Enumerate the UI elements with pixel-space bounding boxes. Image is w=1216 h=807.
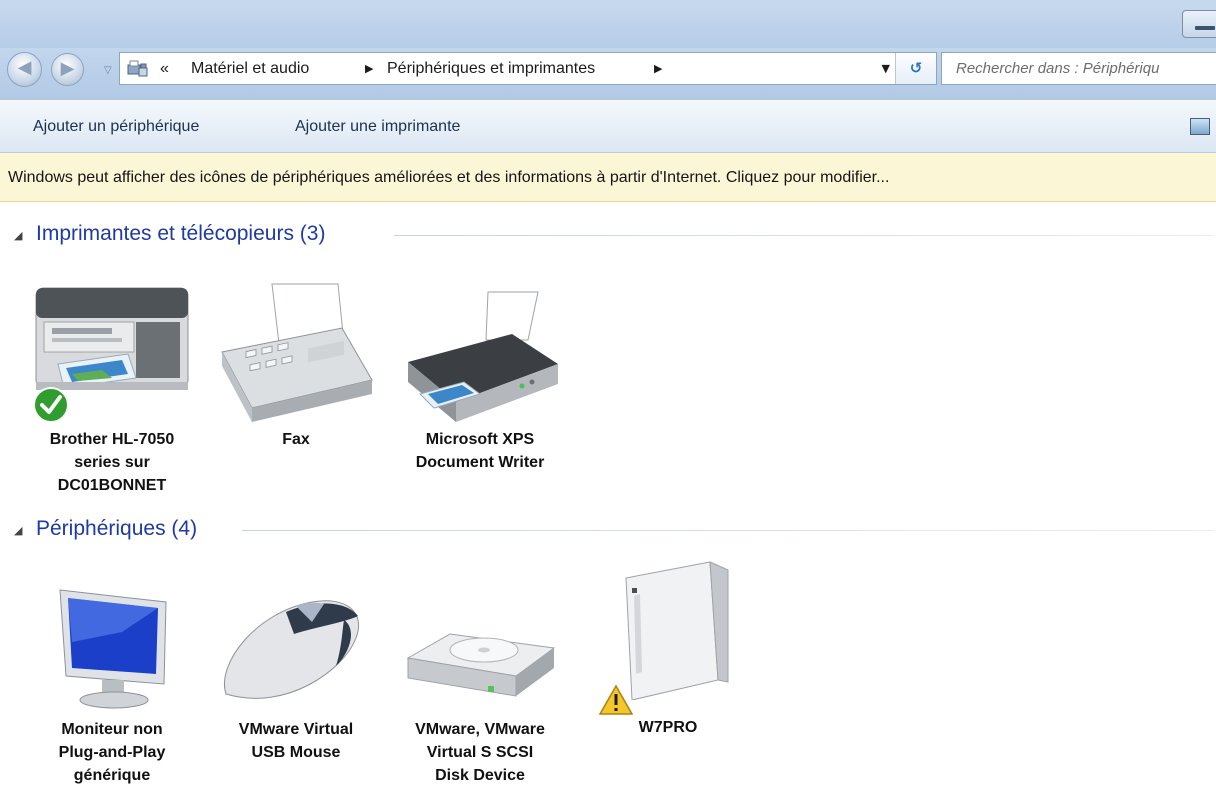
command-bar: Ajouter un périphérique Ajouter une impr…: [0, 100, 1216, 153]
group-title-devices: Périphériques (4): [36, 517, 210, 541]
navigation-bar: ◀ ▶ ▽ « Matériel et audio ▶ Périphérique…: [0, 48, 1216, 100]
printer-icon: [408, 291, 558, 422]
computer-tower-icon: [625, 561, 729, 700]
collapse-triangle-icon[interactable]: ◢: [14, 524, 22, 537]
mouse-icon: [224, 600, 360, 699]
fax-icon: [221, 283, 373, 422]
title-bar: [0, 0, 1216, 48]
collapse-triangle-icon[interactable]: ◢: [14, 229, 22, 242]
device-label: VMware Virtual USB Mouse: [238, 721, 354, 761]
address-overflow-chevron[interactable]: «: [160, 60, 169, 78]
search-input[interactable]: Rechercher dans : Périphériqu: [956, 60, 1159, 77]
forward-arrow-icon: ▶: [60, 58, 75, 79]
address-bar[interactable]: « Matériel et audio ▶ Périphériques et i…: [119, 52, 937, 85]
address-dropdown-icon[interactable]: ▼: [882, 62, 890, 75]
device-label: Moniteur non Plug-and-Play générique: [58, 721, 166, 784]
back-button[interactable]: ◀: [7, 52, 42, 87]
history-dropdown-icon[interactable]: ▽: [104, 65, 112, 76]
info-bar[interactable]: Windows peut afficher des icônes de péri…: [0, 153, 1216, 202]
device-label: VMware, VMware Virtual S SCSI Disk Devic…: [415, 721, 545, 784]
warning-icon: [598, 684, 634, 715]
group-divider: [242, 530, 1214, 531]
device-label: Microsoft XPS Document Writer: [415, 431, 545, 471]
device-label: W7PRO: [638, 719, 698, 736]
breadcrumb-separator-icon[interactable]: ▶: [365, 62, 373, 75]
search-box[interactable]: Rechercher dans : Périphériqu: [941, 52, 1216, 85]
device-label: Fax: [282, 431, 310, 448]
change-view-icon[interactable]: [1190, 118, 1210, 135]
info-bar-text[interactable]: Windows peut afficher des icônes de péri…: [8, 169, 889, 187]
add-printer-button[interactable]: Ajouter une imprimante: [295, 118, 460, 136]
breadcrumb-hardware-sound[interactable]: Matériel et audio: [191, 60, 309, 78]
group-header-printers[interactable]: ◢ Imprimantes et télécopieurs (3): [14, 222, 1214, 250]
disk-drive-icon: [406, 633, 556, 697]
add-device-button[interactable]: Ajouter un périphérique: [33, 118, 199, 136]
breadcrumb-devices-printers[interactable]: Périphériques et imprimantes: [387, 60, 595, 78]
group-header-devices[interactable]: ◢ Périphériques (4): [14, 517, 1214, 545]
group-divider: [394, 235, 1214, 236]
group-title-printers: Imprimantes et télécopieurs (3): [36, 222, 338, 246]
breadcrumb-separator-icon[interactable]: ▶: [654, 62, 662, 75]
device-label: Brother HL-7050 series sur DC01BONNET: [49, 431, 175, 494]
monitor-icon: [59, 589, 167, 709]
devices-printers-icon: [127, 60, 148, 77]
back-arrow-icon: ◀: [17, 57, 32, 78]
refresh-icon[interactable]: ↺: [895, 53, 936, 84]
default-printer-check-icon: [33, 387, 69, 423]
minimize-button[interactable]: [1182, 10, 1216, 38]
forward-button[interactable]: ▶: [51, 53, 84, 86]
